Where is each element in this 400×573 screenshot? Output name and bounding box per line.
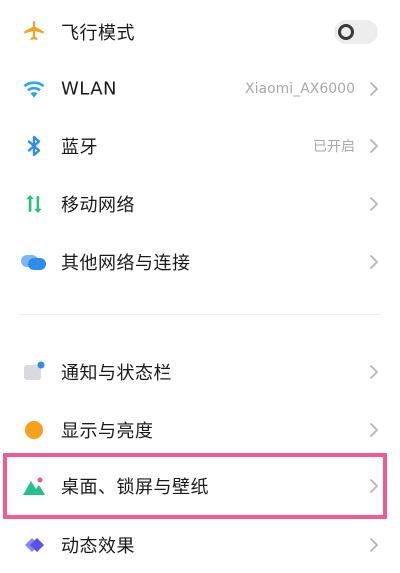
chevron-right-icon [370, 538, 378, 552]
settings-item-label: 动态效果 [61, 536, 135, 557]
mobile-data-icon [20, 190, 48, 218]
settings-item-label: 通知与状态栏 [61, 363, 172, 384]
settings-item-label: 飞行模式 [61, 23, 135, 44]
bluetooth-icon [20, 132, 48, 160]
toggle-knob [338, 24, 354, 40]
settings-item-bluetooth[interactable]: 蓝牙 已开启 [0, 118, 400, 174]
cloud-network-icon [20, 248, 48, 276]
settings-item-mobile-network[interactable]: 移动网络 [0, 176, 400, 232]
chevron-right-icon [370, 365, 378, 379]
chevron-right-icon [370, 82, 378, 96]
airplane-mode-toggle[interactable] [334, 20, 378, 44]
notification-icon [20, 358, 48, 386]
settings-item-label: 显示与亮度 [61, 421, 154, 442]
settings-item-label: 蓝牙 [61, 137, 98, 158]
chevron-right-icon [370, 255, 378, 269]
settings-item-wlan[interactable]: WLAN Xiaomi_AX6000 [0, 61, 400, 117]
highlight-box [3, 453, 387, 519]
settings-item-label: WLAN [61, 78, 118, 100]
settings-item-notifications[interactable]: 通知与状态栏 [0, 344, 400, 400]
settings-item-label: 其他网络与连接 [61, 253, 191, 274]
brightness-icon [20, 416, 48, 444]
settings-item-airplane-mode[interactable]: 飞行模式 [0, 4, 400, 60]
animation-icon [20, 531, 48, 559]
bluetooth-status: 已开启 [313, 139, 355, 155]
chevron-right-icon [370, 139, 378, 153]
airplane-icon [20, 18, 48, 46]
settings-screen: 飞行模式 WLAN Xiaomi_AX6000 蓝牙 已开启 移动网络 其他网络… [0, 0, 400, 573]
chevron-right-icon [370, 197, 378, 211]
chevron-right-icon [370, 423, 378, 437]
settings-item-label: 移动网络 [61, 195, 135, 216]
wlan-network-name: Xiaomi_AX6000 [245, 81, 355, 97]
settings-item-animation-effects[interactable]: 动态效果 [0, 517, 400, 573]
wifi-icon [20, 75, 48, 103]
settings-item-display-brightness[interactable]: 显示与亮度 [0, 402, 400, 458]
settings-item-other-networks[interactable]: 其他网络与连接 [0, 234, 400, 290]
section-divider [20, 314, 380, 315]
